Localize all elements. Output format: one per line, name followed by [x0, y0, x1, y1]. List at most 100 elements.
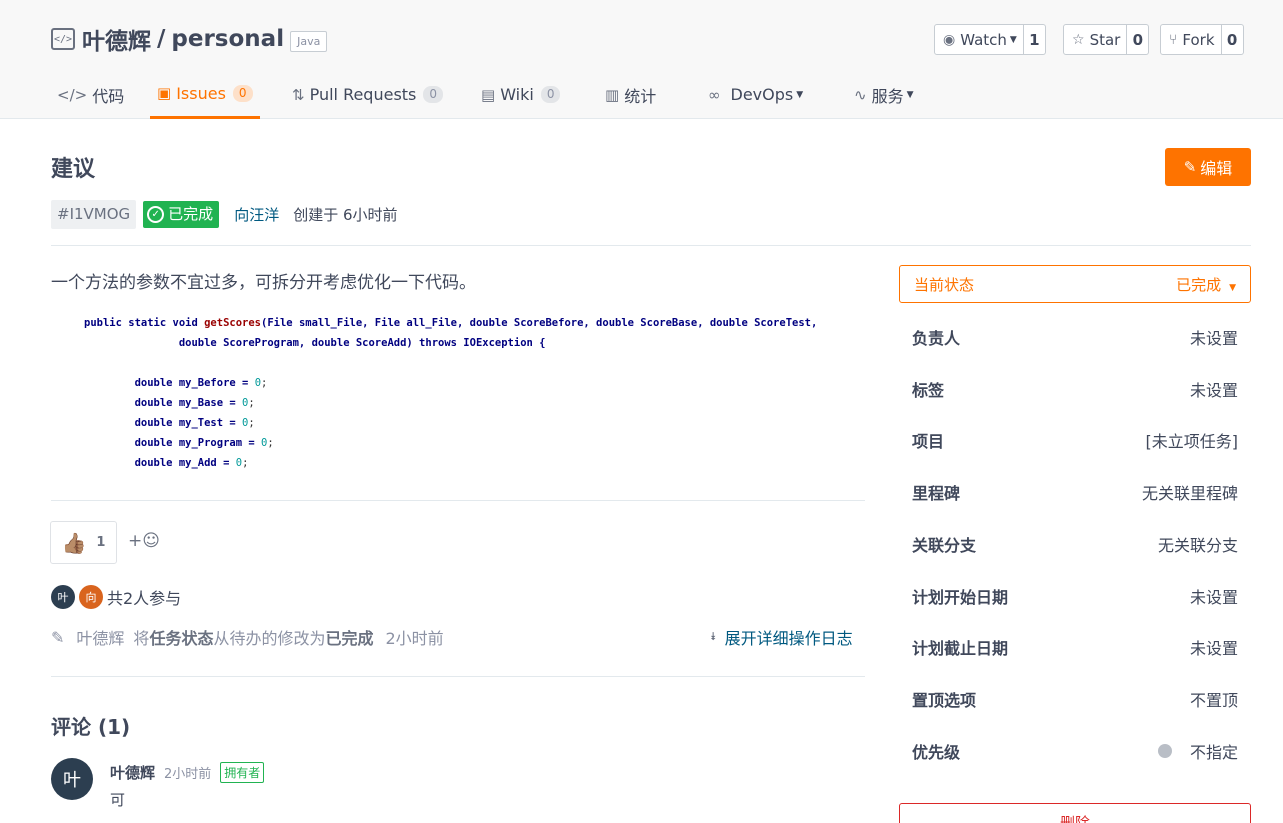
sidebar-row-project[interactable]: 项目 [未立项任务]	[912, 428, 1238, 452]
code-keywords: public static void	[84, 317, 205, 329]
owner-badge: 拥有者	[220, 761, 265, 783]
oplog-value: 已完成	[325, 629, 374, 648]
code-block: public static void getScores(File small_…	[84, 313, 817, 473]
tab-wiki[interactable]: ▤ Wiki 0	[481, 70, 561, 119]
code-var-decl: double my_Add =	[134, 457, 236, 469]
oplog-text: 从待办的修改为	[213, 629, 326, 648]
chevron-down-icon: ▼	[1229, 282, 1236, 293]
repo-owner-link[interactable]: 叶德辉	[82, 22, 151, 56]
edit-button[interactable]: ✎ 编辑	[1165, 148, 1251, 186]
code-semicolon: ;	[267, 437, 274, 449]
tab-stats-label: 统计	[624, 86, 657, 106]
sidebar-row-labels[interactable]: 标签 未设置	[912, 377, 1238, 401]
tab-code-label: 代码	[92, 86, 125, 106]
sidebar-row-label: 计划开始日期	[912, 588, 1009, 607]
sidebar-row-assignee[interactable]: 负责人 未设置	[912, 325, 1238, 349]
tab-services-label: 服务	[871, 86, 904, 106]
code-line-1: public static void getScores(File small_…	[84, 317, 817, 329]
check-circle-icon: ✓	[147, 206, 165, 223]
tab-stats[interactable]: ▥ 统计	[605, 70, 656, 119]
comment-time: 2小时前	[164, 766, 212, 782]
tab-devops[interactable]: ∞ DevOps ▼	[708, 70, 803, 119]
fork-count[interactable]: 0	[1221, 24, 1244, 55]
chevron-down-icon: ▼	[906, 89, 914, 100]
code-var-decl: double my_Test =	[134, 417, 243, 429]
fork-label: Fork	[1182, 30, 1215, 49]
add-reaction-button[interactable]: +☺	[128, 531, 160, 551]
star-button[interactable]: ☆ Star	[1063, 24, 1128, 55]
sidebar-row-value: 未设置	[1189, 329, 1238, 348]
tab-issues[interactable]: ▣ Issues 0	[150, 70, 260, 119]
fork-icon: ⑂	[1169, 31, 1178, 48]
divider	[51, 676, 865, 677]
star-group: ☆ Star 0	[1063, 24, 1150, 55]
code-var-line: double my_Before = 0;	[84, 377, 268, 389]
code-semicolon: ;	[248, 397, 255, 409]
tab-issues-label: Issues	[176, 83, 226, 103]
tab-pull-requests[interactable]: ⇅ Pull Requests 0	[292, 70, 444, 119]
sidebar-row-branch[interactable]: 关联分支 无关联分支	[912, 532, 1238, 556]
avatar[interactable]: 向	[79, 585, 103, 609]
sidebar-row-label: 优先级	[912, 743, 961, 762]
sidebar-row-priority[interactable]: 优先级 不指定	[912, 739, 1238, 763]
language-badge[interactable]: Java	[290, 30, 328, 52]
code-params: (File small_File, File all_File, double …	[261, 317, 818, 329]
wiki-icon: ▤	[481, 85, 496, 104]
oplog-field: 任务状态	[149, 629, 214, 648]
expand-log-link[interactable]: ⯯ 展开详细操作日志	[710, 625, 853, 649]
oplog-author[interactable]: 叶德辉	[76, 625, 124, 649]
tab-pull-requests-label: Pull Requests	[309, 85, 417, 104]
sidebar-row-value: 未设置	[1189, 588, 1238, 607]
avatar[interactable]: 叶	[51, 758, 93, 800]
fork-button[interactable]: ⑂ Fork	[1160, 24, 1222, 55]
avatar[interactable]: 叶	[51, 585, 75, 609]
code-function-name: getScores	[204, 317, 262, 329]
code-icon: </>	[57, 85, 88, 104]
tab-pull-requests-count: 0	[423, 86, 444, 103]
issue-meta: #I1VMOG ✓ 已完成 向汪洋 创建于 6小时前	[51, 200, 398, 229]
repo-title: </> 叶德辉 / personal Java	[51, 22, 328, 56]
chevron-double-down-icon: ⯯	[710, 630, 717, 643]
created-time: 创建于 6小时前	[293, 206, 398, 224]
sidebar-row-label: 项目	[912, 432, 945, 451]
comment-author[interactable]: 叶德辉	[110, 762, 155, 783]
status-badge: ✓ 已完成	[143, 201, 220, 228]
priority-dot-icon	[1157, 744, 1172, 758]
star-count[interactable]: 0	[1127, 24, 1150, 55]
tab-code[interactable]: </> 代码	[57, 70, 124, 119]
delete-button[interactable]: 删除	[899, 803, 1251, 823]
sidebar-row-due-date[interactable]: 计划截止日期 未设置	[912, 635, 1238, 659]
repo-name-link[interactable]: personal	[171, 26, 284, 52]
divider	[51, 245, 1251, 246]
code-var-decl: double my_Before =	[134, 377, 255, 389]
repo-code-icon: </>	[51, 28, 75, 50]
state-value-text: 已完成	[1176, 275, 1222, 294]
code-var-line: double my_Base = 0;	[84, 397, 255, 409]
watch-label: Watch	[960, 30, 1007, 49]
thumbs-up-reaction[interactable]: 👍🏽 1	[50, 521, 117, 564]
oplog-text: 将	[133, 629, 150, 648]
watch-count[interactable]: 1	[1023, 24, 1046, 55]
sidebar-row-label: 负责人	[912, 329, 961, 348]
oplog-time: 2小时前	[385, 629, 444, 648]
repo-header: </> 叶德辉 / personal Java ◉ Watch ▼ 1 ☆ St…	[0, 0, 1283, 119]
divider	[51, 500, 865, 501]
tab-devops-label: DevOps	[730, 85, 794, 104]
sidebar-row-label: 关联分支	[912, 536, 977, 555]
issue-id[interactable]: #I1VMOG	[51, 200, 137, 229]
tab-wiki-count: 0	[540, 86, 561, 103]
watch-button[interactable]: ◉ Watch ▼	[934, 24, 1024, 55]
state-dropdown[interactable]: 当前状态 已完成 ▼	[899, 265, 1251, 303]
sidebar-row-label: 标签	[912, 381, 945, 400]
code-var-line: double my_Add = 0;	[84, 457, 249, 469]
sidebar-row-pin[interactable]: 置顶选项 不置顶	[912, 687, 1238, 711]
sidebar-row-label: 置顶选项	[912, 691, 977, 710]
issue-title: 建议	[51, 157, 96, 182]
watch-group: ◉ Watch ▼ 1	[934, 24, 1046, 55]
issue-author-link[interactable]: 向汪洋	[234, 204, 279, 225]
sidebar-row-value: 不指定	[1157, 739, 1238, 763]
tab-services[interactable]: ∿ 服务 ▼	[854, 70, 914, 119]
sidebar-row-milestone[interactable]: 里程碑 无关联里程碑	[912, 480, 1238, 504]
code-var-line: double my_Test = 0;	[84, 417, 255, 429]
sidebar-row-start-date[interactable]: 计划开始日期 未设置	[912, 584, 1238, 608]
